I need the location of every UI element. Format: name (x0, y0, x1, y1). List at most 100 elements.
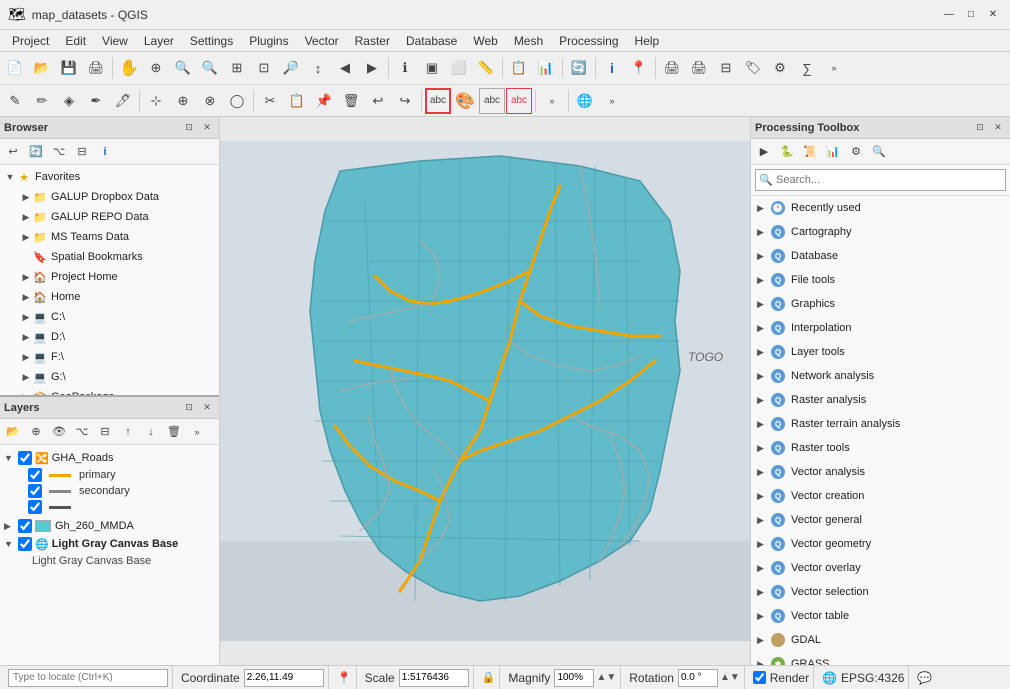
tree-item-drive-g[interactable]: ▶ 💻 G:\ (16, 367, 219, 387)
print2-button[interactable]: 🖨 (686, 55, 712, 81)
processing-search-input[interactable] (755, 169, 1006, 191)
proc-item-vector-analysis[interactable]: ▶QVector analysis (751, 460, 1010, 484)
pan-tool-button[interactable]: ✋ (116, 55, 142, 81)
globe-btn[interactable]: 🌐 (572, 88, 598, 114)
menu-plugins[interactable]: Plugins (241, 32, 296, 50)
refresh-button[interactable]: 🔄 (566, 55, 592, 81)
layers-down-btn[interactable]: ↓ (140, 421, 162, 443)
proc-item-vector-table[interactable]: ▶QVector table (751, 604, 1010, 628)
pan-to-selection[interactable]: ⊕ (143, 55, 169, 81)
magnify-input[interactable] (554, 669, 594, 687)
menu-processing[interactable]: Processing (551, 32, 626, 50)
more3-btn[interactable]: » (599, 88, 625, 114)
proc-item-recently-used[interactable]: ▶🕐Recently used (751, 196, 1010, 220)
menu-view[interactable]: View (94, 32, 136, 50)
statistics-button[interactable]: 📊 (533, 55, 559, 81)
cut-btn[interactable]: ✂ (257, 88, 283, 114)
sublayer-other[interactable] (24, 499, 219, 515)
maximize-button[interactable]: □ (962, 6, 980, 24)
measure-button[interactable]: 📏 (473, 55, 499, 81)
proc-item-vector-geometry[interactable]: ▶QVector geometry (751, 532, 1010, 556)
save-project-button[interactable]: 💾 (56, 55, 82, 81)
label-style2-btn[interactable]: abc (479, 88, 505, 114)
tree-item-galup-repo[interactable]: ▶ 📁 GALUP REPO Data (16, 207, 219, 227)
snap3-btn[interactable]: ⊗ (197, 88, 223, 114)
pen-btn[interactable]: 🖊 (110, 88, 136, 114)
tree-item-geopackage[interactable]: ▶ 📦 GeoPackage (16, 387, 219, 395)
open-layer-btn[interactable]: 📂 (2, 421, 24, 443)
layer-gh260-item[interactable]: ▶ Gh_260_MMDA (0, 517, 219, 535)
paste-btn[interactable]: 📌 (311, 88, 337, 114)
sublayer-secondary[interactable]: secondary (24, 483, 219, 499)
proc-results-btn[interactable]: 📊 (822, 141, 844, 163)
menu-help[interactable]: Help (627, 32, 668, 50)
proc-item-vector-creation[interactable]: ▶QVector creation (751, 484, 1010, 508)
zoom-next-button[interactable]: ▶ (359, 55, 385, 81)
tree-item-project-home[interactable]: ▶ 🏠 Project Home (16, 267, 219, 287)
proc-history-btn[interactable]: 📜 (799, 141, 821, 163)
proc-python-btn[interactable]: 🐍 (776, 141, 798, 163)
plugin-btn[interactable]: ⚙ (767, 55, 793, 81)
proc-item-gdal[interactable]: ▶GDAL (751, 628, 1010, 652)
crs-section[interactable]: 🌐 EPSG:4326 (818, 666, 909, 689)
zoom-selection-button[interactable]: ⊡ (251, 55, 277, 81)
layers-more-btn[interactable]: » (186, 421, 208, 443)
new-project-button[interactable]: 📄 (2, 55, 28, 81)
layer-btn[interactable]: ⊟ (713, 55, 739, 81)
menu-web[interactable]: Web (465, 32, 505, 50)
label-btn[interactable]: 🏷 (740, 55, 766, 81)
proc-item-raster-analysis[interactable]: ▶QRaster analysis (751, 388, 1010, 412)
zoom-native-button[interactable]: ↕ (305, 55, 331, 81)
browser-add-btn[interactable]: ↩ (2, 141, 24, 163)
proc-search-btn[interactable]: 🔍 (868, 141, 890, 163)
proc-item-file-tools[interactable]: ▶QFile tools (751, 268, 1010, 292)
sublayer-visible-checkbox[interactable] (28, 500, 42, 514)
menu-raster[interactable]: Raster (347, 32, 398, 50)
menu-mesh[interactable]: Mesh (506, 32, 551, 50)
label-style3-btn[interactable]: abc (506, 88, 532, 114)
tree-item-drive-c[interactable]: ▶ 💻 C:\ (16, 307, 219, 327)
label-style-btn[interactable]: abc (425, 88, 451, 114)
proc-item-vector-selection[interactable]: ▶QVector selection (751, 580, 1010, 604)
layer-gha-roads-item[interactable]: ▼ 🔀 GHA_Roads (0, 449, 219, 467)
sublayer-visible-checkbox[interactable] (28, 484, 42, 498)
browser-refresh-btn[interactable]: 🔄 (25, 141, 47, 163)
menu-project[interactable]: Project (4, 32, 57, 50)
deselect-button[interactable]: ⬜ (446, 55, 472, 81)
rotation-spinner[interactable]: ▲▼ (720, 672, 740, 683)
proc-item-cartography[interactable]: ▶QCartography (751, 220, 1010, 244)
processing-float-btn[interactable]: ⊡ (972, 120, 988, 136)
proc-item-database[interactable]: ▶QDatabase (751, 244, 1010, 268)
messages-section[interactable]: 💬 (913, 666, 936, 689)
add-layer-btn[interactable]: ⊕ (25, 421, 47, 443)
proc-item-layer-tools[interactable]: ▶QLayer tools (751, 340, 1010, 364)
proc-item-network-analysis[interactable]: ▶QNetwork analysis (751, 364, 1010, 388)
layer-visible-checkbox[interactable] (18, 519, 32, 533)
layers-close-btn[interactable]: ✕ (199, 400, 215, 416)
layer-visible-checkbox[interactable] (18, 537, 32, 551)
zoom-full-button[interactable]: ⊞ (224, 55, 250, 81)
menu-settings[interactable]: Settings (182, 32, 241, 50)
locate-input[interactable] (8, 669, 168, 687)
proc-settings-btn[interactable]: ⚙ (845, 141, 867, 163)
coordinate-button[interactable]: 📍 (626, 55, 652, 81)
browser-float-btn[interactable]: ⊡ (181, 120, 197, 136)
browser-info-btn[interactable]: i (94, 141, 116, 163)
menu-layer[interactable]: Layer (136, 32, 182, 50)
browser-collapse-btn[interactable]: ⊟ (71, 141, 93, 163)
zoom-in-button[interactable]: 🔍 (170, 55, 196, 81)
zoom-out-button[interactable]: 🔍 (197, 55, 223, 81)
delete-btn[interactable]: 🗑 (338, 88, 364, 114)
layers-show-btn[interactable]: 👁 (48, 421, 70, 443)
layers-up-btn[interactable]: ↑ (117, 421, 139, 443)
digitize-btn[interactable]: ✎ (2, 88, 28, 114)
layer-visible-checkbox[interactable] (18, 451, 32, 465)
field-calc-btn[interactable]: ∑ (794, 55, 820, 81)
browser-filter-btn[interactable]: ⌥ (48, 141, 70, 163)
minimize-button[interactable]: — (940, 6, 958, 24)
menu-database[interactable]: Database (398, 32, 465, 50)
processing-close-btn[interactable]: ✕ (990, 120, 1006, 136)
scale-input[interactable] (399, 669, 469, 687)
proc-item-graphics[interactable]: ▶QGraphics (751, 292, 1010, 316)
undo-btn[interactable]: ↩ (365, 88, 391, 114)
